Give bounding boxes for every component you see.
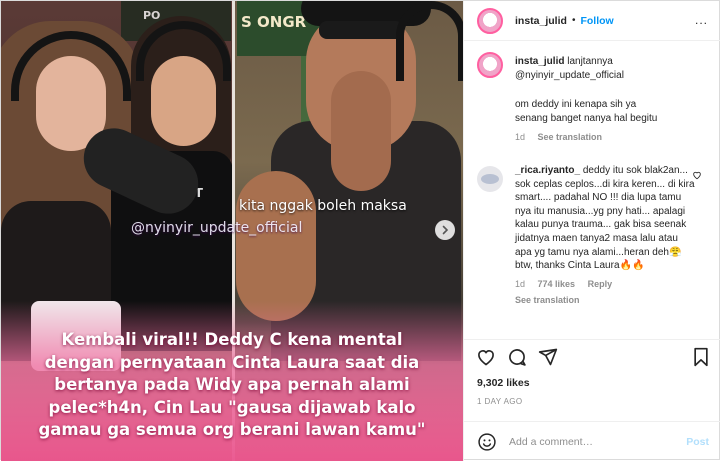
caption-line: dengan pernyataan Cinta Laura saat dia xyxy=(44,352,420,372)
caption-line: pelec*h4n, Cin Lau "gausa dijawab kalo xyxy=(48,397,416,417)
separator-dot: • xyxy=(571,15,576,26)
comment-username[interactable]: insta_julid xyxy=(515,56,564,67)
action-bar xyxy=(464,339,720,379)
post-header: insta_julid • Follow ... xyxy=(464,1,720,41)
post-sidebar: insta_julid • Follow ... insta_julid lan… xyxy=(463,1,720,461)
caption-text-line: lanjtannya xyxy=(564,56,613,67)
heart-icon[interactable] xyxy=(692,170,702,180)
bookmark-icon xyxy=(694,347,708,367)
comment-username[interactable]: _rica.riyanto_ xyxy=(515,165,580,176)
likes-count[interactable]: 9,302 likes xyxy=(477,377,530,389)
save-button[interactable] xyxy=(690,346,712,368)
media-overlay-text: kita nggak boleh maksa xyxy=(239,198,407,214)
post-comment-button[interactable]: Post xyxy=(686,436,709,448)
mention-link[interactable]: @nyinyir_update_official xyxy=(515,69,705,83)
chevron-right-icon xyxy=(442,225,449,235)
post-frame: PO S ONGR YU RIT kita nggak boleh maksa … xyxy=(0,0,720,461)
comment-age: 1d xyxy=(515,132,526,143)
comment-icon xyxy=(509,349,526,366)
caption-body-line: senang banget nanya hal begitu xyxy=(515,112,658,124)
emoji-icon[interactable] xyxy=(477,432,497,452)
avatar[interactable] xyxy=(477,166,503,192)
avatar[interactable] xyxy=(477,7,503,34)
share-icon xyxy=(538,348,558,366)
caption-body-line: om deddy ini kenapa sih ya xyxy=(515,99,637,111)
caption-text: insta_julid lanjtannya @nyinyir_update_o… xyxy=(515,55,705,145)
media-caption: Kembali viral!! Deddy C kena mental deng… xyxy=(1,329,463,442)
avatar[interactable] xyxy=(477,52,503,78)
see-translation-link[interactable]: See translation xyxy=(515,295,580,305)
comment-body: _rica.riyanto_ deddy itu sok blak2an... … xyxy=(515,164,705,308)
next-slide-button[interactable] xyxy=(435,220,455,240)
comment-age: 1d xyxy=(515,278,526,289)
caption-comment: insta_julid lanjtannya @nyinyir_update_o… xyxy=(477,52,712,147)
see-translation-link[interactable]: See translation xyxy=(538,132,603,142)
post-media[interactable]: PO S ONGR YU RIT kita nggak boleh maksa … xyxy=(1,1,463,461)
comment-text: deddy itu sok blak2an... sok ceplas cepl… xyxy=(515,165,695,272)
media-watermark: @nyinyir_update_official xyxy=(131,220,303,236)
follow-button[interactable]: Follow xyxy=(580,15,613,27)
caption-line: Kembali viral!! Deddy C kena mental xyxy=(61,330,403,349)
post-timestamp: 1 DAY AGO xyxy=(477,397,523,406)
comment-likes[interactable]: 774 likes xyxy=(538,279,576,289)
like-button[interactable] xyxy=(475,346,497,368)
comment-input[interactable] xyxy=(509,435,687,448)
share-button[interactable] xyxy=(537,346,559,368)
heart-icon xyxy=(478,350,494,366)
caption-line: gamau ga semua org berani lawan kamu" xyxy=(38,420,426,439)
add-comment-bar: Post xyxy=(464,421,720,461)
caption-line: bertanya pada Widy apa pernah alami xyxy=(54,375,410,394)
username-link[interactable]: insta_julid xyxy=(515,15,567,27)
comment-button[interactable] xyxy=(506,346,528,368)
more-icon[interactable]: ... xyxy=(695,13,708,27)
comment-item: _rica.riyanto_ deddy itu sok blak2an... … xyxy=(477,164,712,324)
reply-button[interactable]: Reply xyxy=(588,279,613,289)
